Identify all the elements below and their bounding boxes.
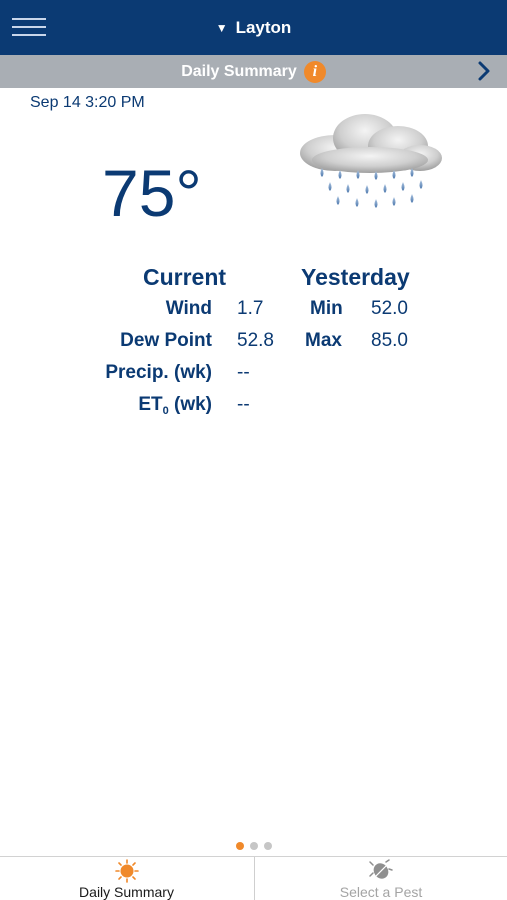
bottom-tab-bar: Daily Summary Select a Pest (0, 856, 507, 900)
location-selector[interactable]: ▼ Layton (0, 0, 507, 55)
observation-timestamp: Sep 14 3:20 PM (30, 94, 145, 111)
tab-daily-summary-label: Daily Summary (79, 884, 174, 900)
wind-label: Wind (165, 298, 212, 319)
tab-select-pest-label: Select a Pest (339, 884, 423, 900)
precip-value: -- (237, 362, 250, 383)
min-label: Min (310, 298, 343, 319)
page-dot[interactable] (235, 842, 244, 850)
dew-point-label: Dew Point (120, 330, 212, 351)
et-value: -- (237, 394, 250, 415)
triangle-down-icon: ▼ (215, 20, 228, 35)
location-name: Layton (235, 17, 292, 37)
max-value: 85.0 (371, 330, 408, 351)
current-temperature: 75° (102, 156, 202, 230)
rain-cloud-icon (300, 114, 442, 208)
weather-stats: Current Yesterday Wind 1.7 Min 52.0 Dew … (0, 262, 507, 432)
page-dot[interactable] (249, 842, 258, 850)
chevron-right-icon[interactable] (473, 60, 495, 82)
wind-value: 1.7 (237, 298, 264, 319)
page-dot[interactable] (263, 842, 272, 850)
precip-label: Precip. (wk) (105, 362, 212, 383)
info-icon[interactable]: i (303, 60, 326, 83)
tab-select-pest[interactable]: Select a Pest (254, 857, 507, 900)
yesterday-heading: Yesterday (301, 264, 410, 290)
page-indicator (0, 842, 507, 852)
dew-point-value: 52.8 (237, 330, 274, 351)
section-title: Daily Summary (181, 62, 297, 80)
tab-daily-summary[interactable]: Daily Summary (0, 857, 253, 900)
min-value: 52.0 (371, 298, 408, 319)
section-bar: Daily Summary i (0, 55, 507, 88)
sun-icon (114, 859, 139, 883)
et-label: ET0 (wk) (138, 394, 212, 417)
bug-icon (369, 859, 393, 879)
current-heading: Current (143, 264, 227, 290)
max-label: Max (305, 330, 342, 351)
top-nav-bar: ▼ Layton (0, 0, 507, 55)
